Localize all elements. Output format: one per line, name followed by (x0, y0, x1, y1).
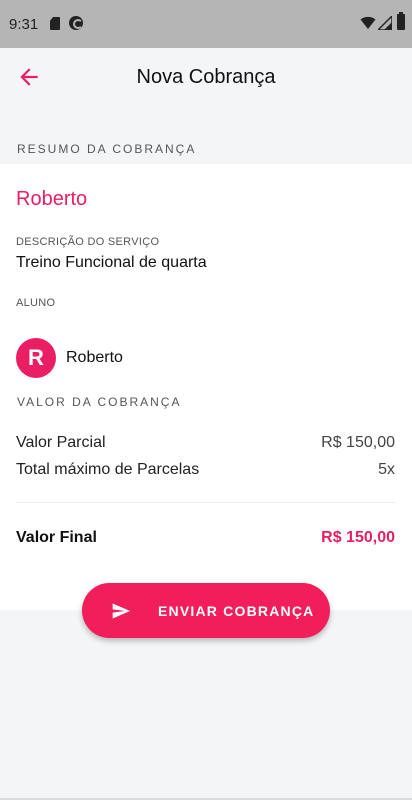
divider (16, 502, 396, 503)
final-value: R$ 150,00 (321, 529, 395, 546)
sd-card-icon (50, 17, 60, 30)
wifi-icon (360, 16, 376, 29)
service-label: DESCRIÇÃO DO SERVIÇO (16, 236, 160, 248)
summary-section-label: RESUMO DA COBRANÇA (17, 142, 197, 156)
installments-value: 5x (378, 461, 395, 478)
installments-label: Total máximo de Parcelas (16, 461, 200, 478)
student-label: ALUNO (16, 297, 56, 309)
send-icon (112, 603, 131, 619)
app-bar: Nova Cobrança (0, 48, 412, 106)
send-charge-label: ENVIAR COBRANÇA (158, 603, 315, 619)
service-value: Treino Funcional de quarta (16, 254, 207, 271)
avatar: R (16, 338, 56, 378)
final-value-label: Valor Final (16, 529, 97, 546)
partial-value: R$ 150,00 (321, 434, 395, 451)
student-name: Roberto (66, 349, 123, 366)
status-bar: 9:31 (0, 0, 412, 48)
sync-icon (69, 16, 83, 30)
status-time: 9:31 (9, 16, 39, 33)
charge-section-label: VALOR DA COBRANÇA (17, 395, 182, 409)
cell-signal-icon (378, 16, 392, 30)
partial-value-label: Valor Parcial (16, 434, 106, 451)
client-name: Roberto (16, 188, 88, 210)
send-charge-button[interactable]: ENVIAR COBRANÇA (82, 583, 330, 638)
page-title: Nova Cobrança (136, 66, 276, 88)
battery-icon (397, 12, 405, 30)
